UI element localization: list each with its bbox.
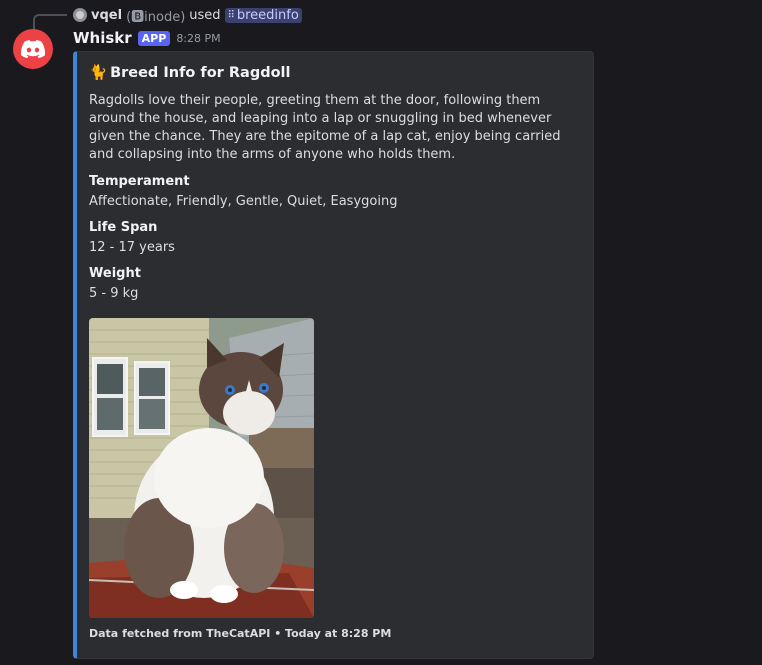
reply-username[interactable]: vqel [91, 8, 122, 23]
breed-embed: 🐈 Breed Info for Ragdoll Ragdolls love t… [73, 51, 594, 659]
field-value-temperament: Affectionate, Friendly, Gentle, Quiet, E… [89, 194, 398, 209]
slash-command-name: breedinfo [236, 7, 299, 23]
embed-footer: Data fetched from TheCatAPI • Today at 8… [89, 627, 392, 640]
embed-title: 🐈 Breed Info for Ragdoll [89, 64, 291, 82]
ragdoll-cat-image[interactable] [89, 318, 314, 618]
bot-avatar[interactable] [13, 29, 53, 69]
bot-username[interactable]: Whiskr [73, 29, 132, 47]
cat-emoji-icon: 🐈 [89, 65, 108, 81]
discord-logo-icon [21, 40, 45, 58]
user-avatar-small[interactable] [73, 8, 87, 22]
field-name-temperament: Temperament [89, 174, 190, 189]
message-header: Whiskr APP 8:28 PM [73, 28, 221, 48]
reply-context[interactable]: vqel (🅱inode) used ⠿ breedinfo [73, 6, 302, 25]
field-name-weight: Weight [89, 266, 141, 281]
field-value-life-span: 12 - 17 years [89, 240, 175, 255]
reply-used-label: used [189, 7, 221, 23]
reply-handle: (🅱inode) [126, 9, 186, 25]
command-grid-icon: ⠿ [227, 9, 235, 21]
app-badge: APP [137, 30, 171, 46]
slash-command-chip[interactable]: ⠿ breedinfo [224, 7, 302, 23]
field-name-life-span: Life Span [89, 220, 158, 235]
embed-title-text: Breed Info for Ragdoll [110, 64, 291, 81]
field-value-weight: 5 - 9 kg [89, 286, 139, 301]
embed-description: Ragdolls love their people, greeting the… [89, 93, 561, 162]
message-timestamp[interactable]: 8:28 PM [176, 32, 220, 45]
